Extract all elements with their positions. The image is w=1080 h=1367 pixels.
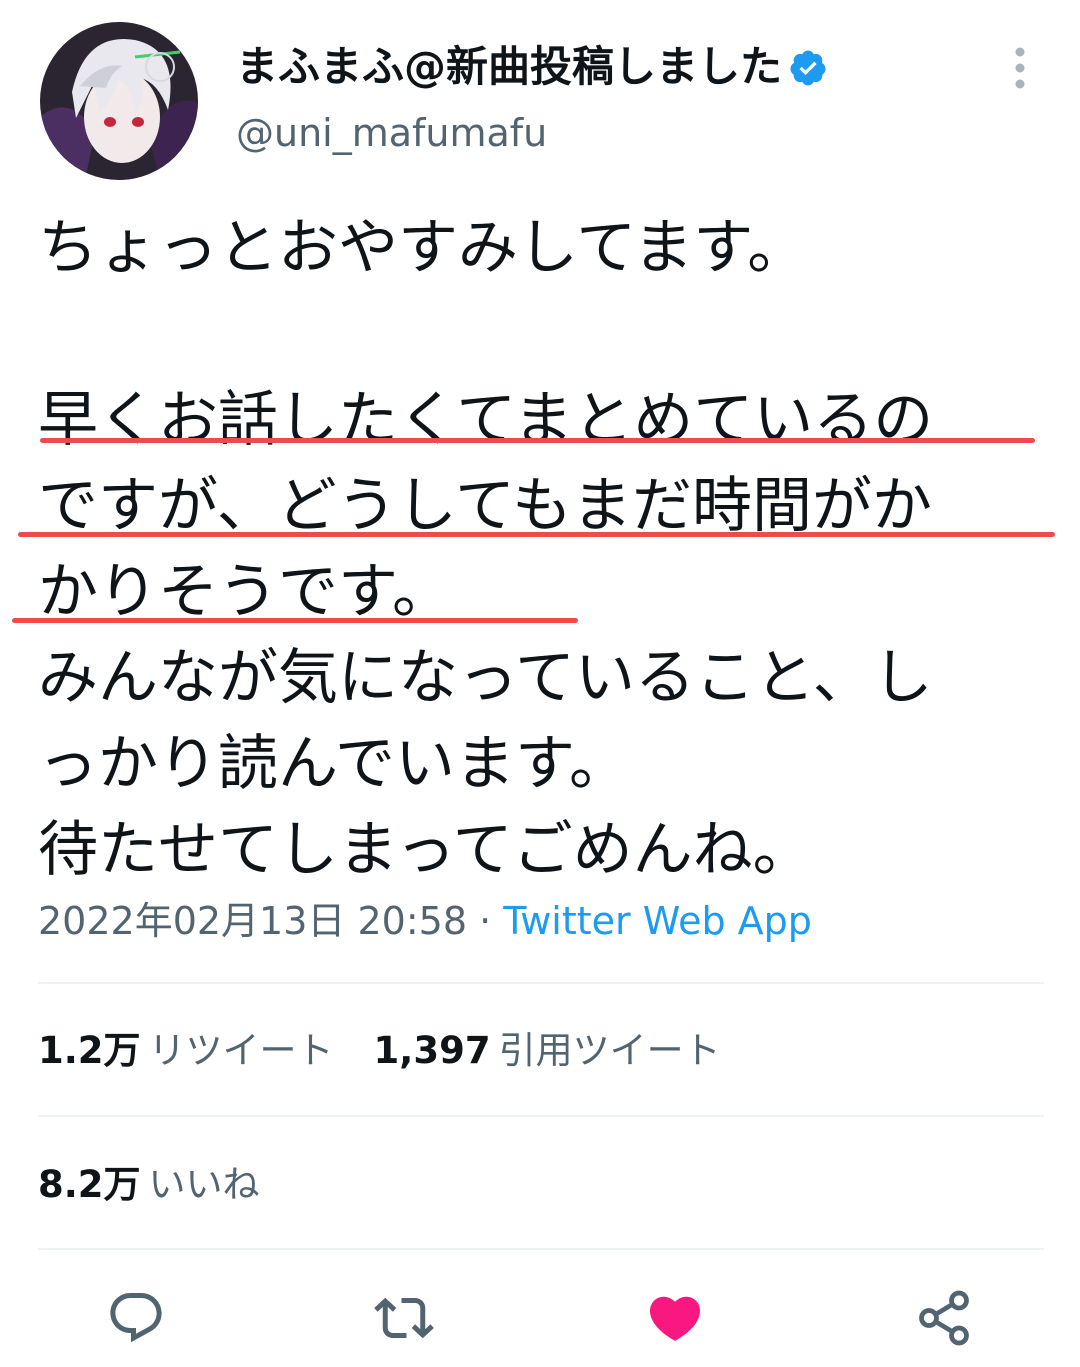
tweet-text: ちょっとおやすみしてます。 早くお話したくてまとめているの ですが、どうしてもま… bbox=[38, 205, 1048, 893]
tweet-meta: 2022年02月13日 20:58 · Twitter Web App bbox=[38, 896, 812, 946]
likes-stats-row: 8.2万 いいね bbox=[38, 1160, 260, 1210]
retweet-stats-row: 1.2万 リツイート 1,397 引用ツイート bbox=[38, 1026, 721, 1076]
user-handle[interactable]: @uni_mafumafu bbox=[236, 108, 547, 158]
display-name[interactable]: まふまふ@新曲投稿しました bbox=[236, 40, 828, 94]
likes-label: いいね bbox=[148, 1163, 260, 1206]
verified-badge-icon bbox=[788, 47, 828, 87]
highlight-underline bbox=[40, 438, 1035, 443]
tweet-line: みんなが気になっていること、し bbox=[38, 643, 933, 713]
retweets-count: 1.2万 bbox=[38, 1029, 141, 1072]
divider bbox=[38, 982, 1044, 984]
tweet-line: っかり読んでいます。 bbox=[38, 729, 629, 799]
avatar[interactable] bbox=[40, 22, 198, 180]
highlight-underline bbox=[18, 532, 1055, 537]
tweet-line: ちょっとおやすみしてます。 bbox=[38, 213, 808, 283]
retweet-icon[interactable] bbox=[374, 1288, 434, 1348]
reply-icon[interactable] bbox=[106, 1288, 166, 1348]
meta-separator: · bbox=[479, 899, 492, 943]
divider bbox=[38, 1248, 1044, 1250]
display-name-text: まふまふ@新曲投稿しました bbox=[236, 42, 783, 91]
more-icon[interactable] bbox=[1000, 44, 1040, 92]
retweets-label: リツイート bbox=[148, 1029, 334, 1072]
quotes-count: 1,397 bbox=[373, 1029, 491, 1072]
tweet-timestamp[interactable]: 2022年02月13日 20:58 bbox=[38, 899, 467, 943]
tweet-line: 待たせてしまってごめんね。 bbox=[38, 815, 813, 885]
likes-count: 8.2万 bbox=[38, 1163, 141, 1206]
quotes-label: 引用ツイート bbox=[498, 1029, 721, 1072]
highlight-underline bbox=[12, 618, 578, 623]
heart-icon[interactable] bbox=[645, 1288, 705, 1348]
tweet-source-link[interactable]: Twitter Web App bbox=[503, 899, 812, 943]
retweets-stat[interactable]: 1.2万 リツイート bbox=[38, 1029, 334, 1072]
share-icon[interactable] bbox=[914, 1288, 974, 1348]
quotes-stat[interactable]: 1,397 引用ツイート bbox=[374, 1029, 721, 1072]
divider bbox=[38, 1115, 1044, 1117]
likes-stat[interactable]: 8.2万 いいね bbox=[38, 1163, 260, 1206]
avatar-illustration bbox=[40, 22, 198, 180]
tweet-line: 早くお話したくてまとめているの bbox=[38, 385, 934, 455]
